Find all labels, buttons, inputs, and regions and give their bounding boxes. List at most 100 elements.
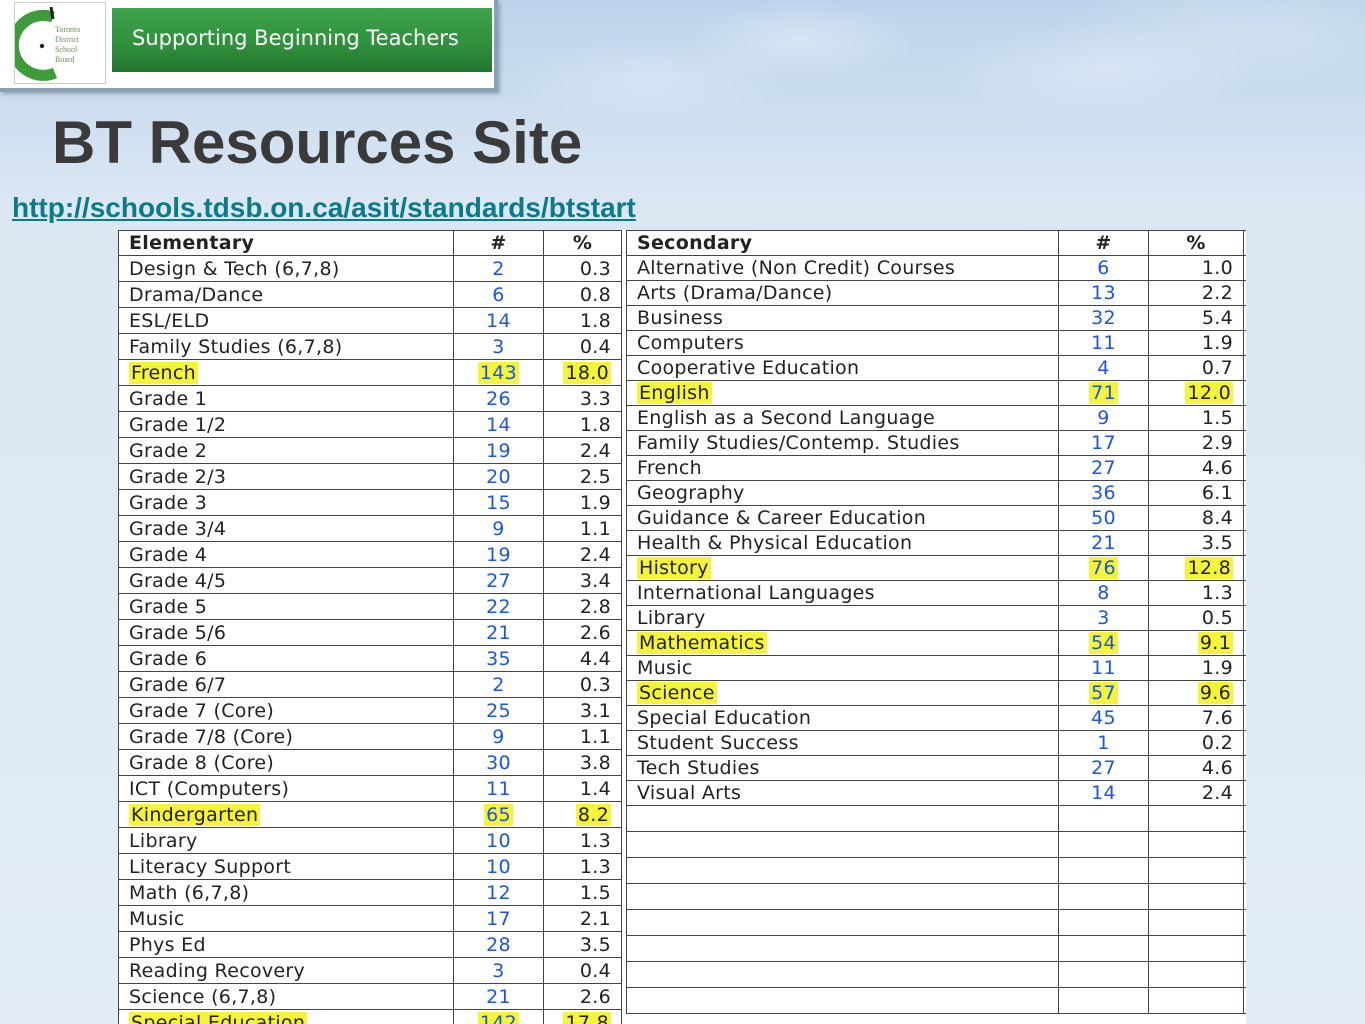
- extra-cell: [1243, 405, 1246, 431]
- banner-title: Supporting Beginning Teachers: [132, 26, 459, 50]
- extra-cell: [1243, 330, 1246, 356]
- percent-cell-text: 1.0: [1201, 257, 1233, 279]
- empty-row: [626, 831, 1246, 858]
- logo-text: Toronto District School Board: [55, 25, 81, 64]
- table-row: Grade 3 15 1.9: [118, 489, 622, 516]
- table-row: Alternative (Non Credit) Courses 6 1.0: [626, 255, 1246, 281]
- percent-cell-text: 1.8: [579, 413, 611, 436]
- percent-cell: 0.4: [543, 957, 622, 984]
- extra-cell: [1243, 755, 1246, 781]
- table-row: Computers 11 1.9: [626, 330, 1246, 356]
- percent-cell-text: 1.5: [1201, 407, 1233, 429]
- count-cell: 65: [453, 801, 544, 828]
- subject-cell: Cooperative Education: [626, 355, 1059, 381]
- percent-cell: 12.8: [1148, 555, 1244, 581]
- count-cell-text: 65: [484, 803, 513, 826]
- table-row: Grade 6/7 2 0.3: [118, 671, 622, 698]
- empty-cell: [1148, 805, 1244, 832]
- percent-cell-text: 3.5: [579, 933, 611, 956]
- subject-cell-text: Grade 7 (Core): [129, 699, 275, 722]
- count-cell-text: 10: [486, 829, 511, 852]
- subject-cell: Science: [626, 680, 1059, 706]
- count-cell-text: 21: [1091, 532, 1116, 554]
- spreadsheet-image: Elementary # % Design & Tech (6,7,8) 2 0.3…: [118, 230, 1246, 1024]
- percent-cell-text: 8.4: [1201, 507, 1233, 529]
- count-cell: 19: [453, 437, 544, 464]
- resources-link[interactable]: http://schools.tdsb.on.ca/asit/standards…: [12, 192, 636, 224]
- table-row: Grade 8 (Core) 30 3.8: [118, 749, 622, 776]
- extra-cell: [1243, 655, 1246, 681]
- percent-cell: 6.1: [1148, 480, 1244, 506]
- table-row: Guidance & Career Education 50 8.4: [626, 505, 1246, 531]
- subject-cell-text: Design & Tech (6,7,8): [129, 257, 340, 280]
- percent-cell-text: 1.3: [579, 855, 611, 878]
- subject-cell: English as a Second Language: [626, 405, 1059, 431]
- count-cell: 27: [1058, 455, 1149, 481]
- count-cell-text: 6: [492, 283, 505, 306]
- empty-cell: [1058, 961, 1149, 988]
- count-cell-text: 22: [486, 595, 511, 618]
- percent-cell-text: 4.4: [579, 647, 611, 670]
- table-row: Reading Recovery 3 0.4: [118, 957, 622, 984]
- extra-cell: [1243, 555, 1246, 581]
- percent-cell-text: 2.6: [579, 621, 611, 644]
- count-cell-text: 11: [486, 777, 511, 800]
- empty-cell: [1148, 831, 1244, 858]
- subject-cell: ICT (Computers): [118, 775, 454, 802]
- count-cell: 2: [453, 671, 544, 698]
- subject-cell: Design & Tech (6,7,8): [118, 255, 454, 282]
- table-row: Visual Arts 14 2.4: [626, 780, 1246, 806]
- count-cell-text: 19: [486, 439, 511, 462]
- extra-cell: [1243, 305, 1246, 331]
- subject-cell-text: Guidance & Career Education: [637, 507, 927, 529]
- subject-cell: Business: [626, 305, 1059, 331]
- header-banner: Toronto District School Board Supporting…: [0, 0, 498, 92]
- subject-cell-text: Student Success: [637, 732, 799, 754]
- table-row: English as a Second Language 9 1.5: [626, 405, 1246, 431]
- empty-cell: [1148, 987, 1244, 1014]
- table-row: Grade 7 (Core) 25 3.1: [118, 697, 622, 724]
- percent-cell: 0.7: [1148, 355, 1244, 381]
- percent-cell-text: 3.5: [1201, 532, 1233, 554]
- table-row: Health & Physical Education 21 3.5: [626, 530, 1246, 556]
- count-cell: 14: [453, 307, 544, 334]
- empty-cell: [1148, 857, 1244, 884]
- count-cell: 21: [453, 619, 544, 646]
- percent-cell: 9.1: [1148, 630, 1244, 656]
- table-row: Special Education 45 7.6: [626, 705, 1246, 731]
- count-cell-text: 26: [486, 387, 511, 410]
- count-cell: 76: [1058, 555, 1149, 581]
- percent-cell: 4.6: [1148, 455, 1244, 481]
- subject-cell: Special Education: [118, 1009, 454, 1024]
- subject-cell: Arts (Drama/Dance): [626, 280, 1059, 306]
- count-cell: 9: [453, 515, 544, 542]
- subject-cell-text: Library: [637, 607, 706, 629]
- percent-cell: 1.8: [543, 307, 622, 334]
- percent-cell-text: 2.5: [579, 465, 611, 488]
- secondary-header-row: Secondary # %: [626, 230, 1246, 256]
- table-row: Grade 7/8 (Core) 9 1.1: [118, 723, 622, 750]
- count-cell-text: 3: [492, 959, 505, 982]
- subject-cell-text: Library: [129, 829, 198, 852]
- extra-cell: [1243, 705, 1246, 731]
- percent-cell: 4.4: [543, 645, 622, 672]
- percent-cell-text: 1.4: [579, 777, 611, 800]
- empty-cell: [1058, 909, 1149, 936]
- count-cell-text: 25: [486, 699, 511, 722]
- extra-cell: [1243, 605, 1246, 631]
- column-header-subject: Secondary: [626, 230, 1059, 256]
- count-cell: 11: [453, 775, 544, 802]
- percent-cell-text: 2.1: [579, 907, 611, 930]
- empty-cell: [1243, 883, 1246, 910]
- banner-strip: Supporting Beginning Teachers: [112, 8, 492, 72]
- table-row: Science 57 9.6: [626, 680, 1246, 706]
- empty-cell: [1058, 987, 1149, 1014]
- subject-cell: Library: [626, 605, 1059, 631]
- count-cell-text: 4: [1097, 357, 1110, 379]
- table-row: Grade 1 26 3.3: [118, 385, 622, 412]
- subject-cell: Grade 2: [118, 437, 454, 464]
- percent-cell: 2.1: [543, 905, 622, 932]
- percent-cell: 3.4: [543, 567, 622, 594]
- percent-cell-text: 2.2: [1201, 282, 1233, 304]
- percent-cell: 5.4: [1148, 305, 1244, 331]
